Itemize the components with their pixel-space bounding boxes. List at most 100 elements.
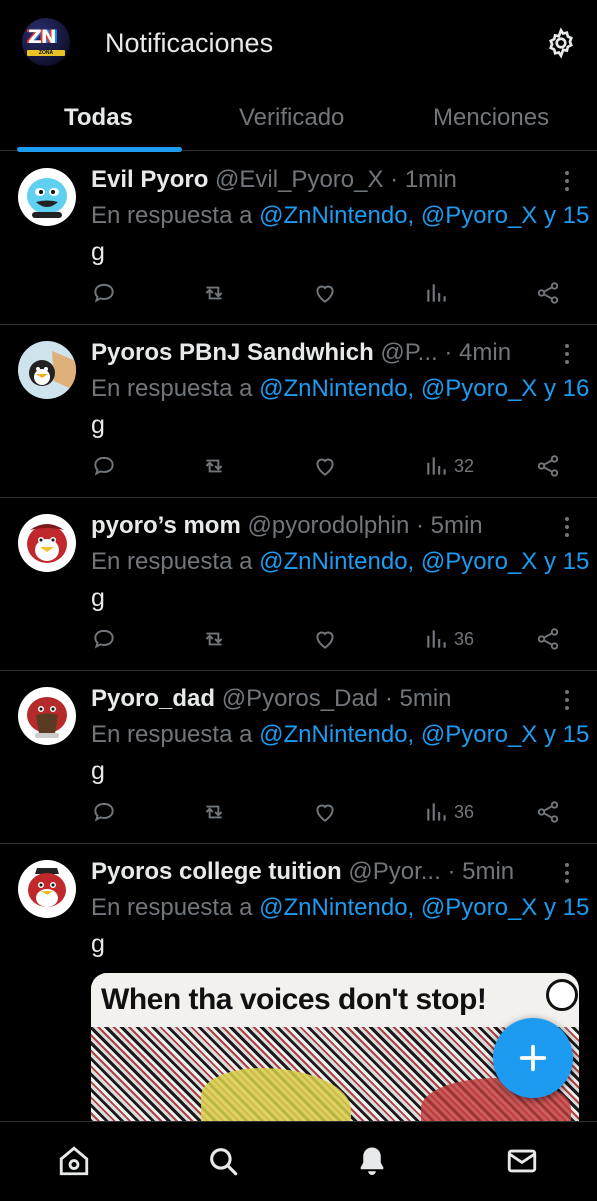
plus-icon (519, 1044, 547, 1072)
notification-post[interactable]: Pyoros PBnJ Sandwhich @P... · 4min En re… (0, 325, 597, 498)
profile-avatar[interactable]: ZN ZONA NINTENDO (22, 18, 70, 66)
share-icon[interactable] (535, 798, 561, 826)
post-actions: 36 (91, 798, 571, 828)
reply-mentions[interactable]: @ZnNintendo, @Pyoro_X y 16 (259, 375, 589, 402)
reply-context: En respuesta a @ZnNintendo, @Pyoro_X y 1… (91, 202, 597, 230)
post-actions (91, 279, 571, 309)
tab-verificado[interactable]: Verificado (239, 104, 344, 132)
tab-menciones[interactable]: Menciones (433, 104, 549, 132)
post-time: · 1min (390, 166, 457, 193)
repost-icon[interactable] (201, 625, 227, 653)
avatar[interactable] (18, 687, 76, 745)
search-icon[interactable] (206, 1144, 240, 1178)
reply-prefix: En respuesta a (91, 894, 260, 921)
gear-icon[interactable] (545, 27, 577, 59)
reply-prefix: En respuesta a (91, 548, 260, 575)
post-header: Evil Pyoro @Evil_Pyoro_X · 1min (91, 166, 521, 194)
media-caption: When tha voices don't stop! (101, 983, 487, 1016)
author-handle: @pyorodolphin (247, 512, 410, 539)
more-vertical-icon[interactable] (557, 341, 577, 367)
views-icon[interactable]: 32 (424, 452, 474, 480)
post-body: g (91, 238, 105, 266)
post-body: g (91, 930, 105, 958)
post-header: pyoro’s mom @pyorodolphin · 5min (91, 512, 521, 540)
post-time: · 5min (415, 512, 483, 539)
repost-icon[interactable] (201, 279, 227, 307)
repost-icon[interactable] (201, 452, 227, 480)
avatar[interactable] (18, 514, 76, 572)
author-handle: @P... (380, 339, 438, 366)
reply-context: En respuesta a @ZnNintendo, @Pyoro_X y 1… (91, 721, 597, 749)
logo-subtext: ZONA NINTENDO (27, 50, 65, 56)
reply-icon[interactable] (91, 798, 117, 826)
notification-post[interactable]: Pyoro_dad @Pyoros_Dad · 5min En respuest… (0, 671, 597, 844)
post-body: g (91, 411, 105, 439)
post-header: Pyoros PBnJ Sandwhich @P... · 4min (91, 339, 521, 367)
post-actions: 32 (91, 452, 571, 482)
reply-mentions[interactable]: @ZnNintendo, @Pyoro_X y 15 (259, 202, 589, 229)
post-header: Pyoros college tuition @Pyor... · 5min (91, 858, 521, 886)
more-vertical-icon[interactable] (557, 514, 577, 540)
bell-icon[interactable] (355, 1144, 389, 1178)
views-icon[interactable]: 36 (424, 798, 474, 826)
heart-icon[interactable] (312, 798, 338, 826)
author-name[interactable]: Pyoros college tuition (91, 858, 342, 885)
heart-icon[interactable] (312, 452, 338, 480)
more-vertical-icon[interactable] (557, 168, 577, 194)
reply-icon[interactable] (91, 279, 117, 307)
views-icon[interactable]: 36 (424, 625, 474, 653)
page-title: Notificaciones (105, 28, 274, 58)
more-vertical-icon[interactable] (557, 860, 577, 886)
reply-context: En respuesta a @ZnNintendo, @Pyoro_X y 1… (91, 894, 597, 922)
share-icon[interactable] (535, 279, 561, 307)
view-count: 36 (454, 628, 475, 649)
heart-icon[interactable] (312, 279, 338, 307)
avatar[interactable] (18, 341, 76, 399)
share-icon[interactable] (535, 452, 561, 480)
logo-text: ZN (28, 26, 57, 48)
media-caption-bar: When tha voices don't stop! (91, 973, 579, 1027)
view-count: 32 (454, 455, 475, 476)
reply-icon[interactable] (91, 625, 117, 653)
post-time: · 5min (384, 685, 452, 712)
reply-prefix: En respuesta a (91, 721, 260, 748)
post-body: g (91, 757, 105, 785)
post-time: · 5min (447, 858, 515, 885)
reply-context: En respuesta a @ZnNintendo, @Pyoro_X y 1… (91, 548, 597, 576)
heart-icon[interactable] (312, 625, 338, 653)
author-name[interactable]: Pyoro_dad (91, 685, 215, 712)
reply-prefix: En respuesta a (91, 202, 260, 229)
smiley-face-drawing (546, 979, 578, 1011)
compose-button[interactable] (493, 1018, 573, 1098)
views-icon[interactable] (424, 279, 454, 307)
yellow-shape (201, 1068, 351, 1123)
avatar[interactable] (18, 860, 76, 918)
post-time: · 4min (444, 339, 512, 366)
reply-prefix: En respuesta a (91, 375, 260, 402)
notification-post[interactable]: pyoro’s mom @pyorodolphin · 5min En resp… (0, 498, 597, 671)
view-count: 36 (454, 801, 475, 822)
reply-icon[interactable] (91, 452, 117, 480)
author-handle: @Pyor... (348, 858, 441, 885)
notification-post[interactable]: Evil Pyoro @Evil_Pyoro_X · 1min En respu… (0, 152, 597, 325)
more-vertical-icon[interactable] (557, 687, 577, 713)
post-body: g (91, 584, 105, 612)
post-actions: 36 (91, 625, 571, 655)
share-icon[interactable] (535, 625, 561, 653)
author-name[interactable]: pyoro’s mom (91, 512, 241, 539)
post-header: Pyoro_dad @Pyoros_Dad · 5min (91, 685, 521, 713)
reply-mentions[interactable]: @ZnNintendo, @Pyoro_X y 15 (259, 721, 589, 748)
avatar[interactable] (18, 168, 76, 226)
home-icon[interactable] (57, 1144, 91, 1178)
author-name[interactable]: Evil Pyoro (91, 166, 208, 193)
repost-icon[interactable] (201, 798, 227, 826)
reply-mentions[interactable]: @ZnNintendo, @Pyoro_X y 15 (259, 894, 589, 921)
author-handle: @Pyoros_Dad (221, 685, 379, 712)
reply-mentions[interactable]: @ZnNintendo, @Pyoro_X y 15 (259, 548, 589, 575)
reply-context: En respuesta a @ZnNintendo, @Pyoro_X y 1… (91, 375, 597, 403)
tab-todas[interactable]: Todas (64, 104, 133, 132)
notification-tabs: Todas Verificado Menciones (0, 90, 597, 152)
mail-icon[interactable] (505, 1144, 539, 1178)
author-name[interactable]: Pyoros PBnJ Sandwhich (91, 339, 374, 366)
author-handle: @Evil_Pyoro_X (215, 166, 384, 193)
